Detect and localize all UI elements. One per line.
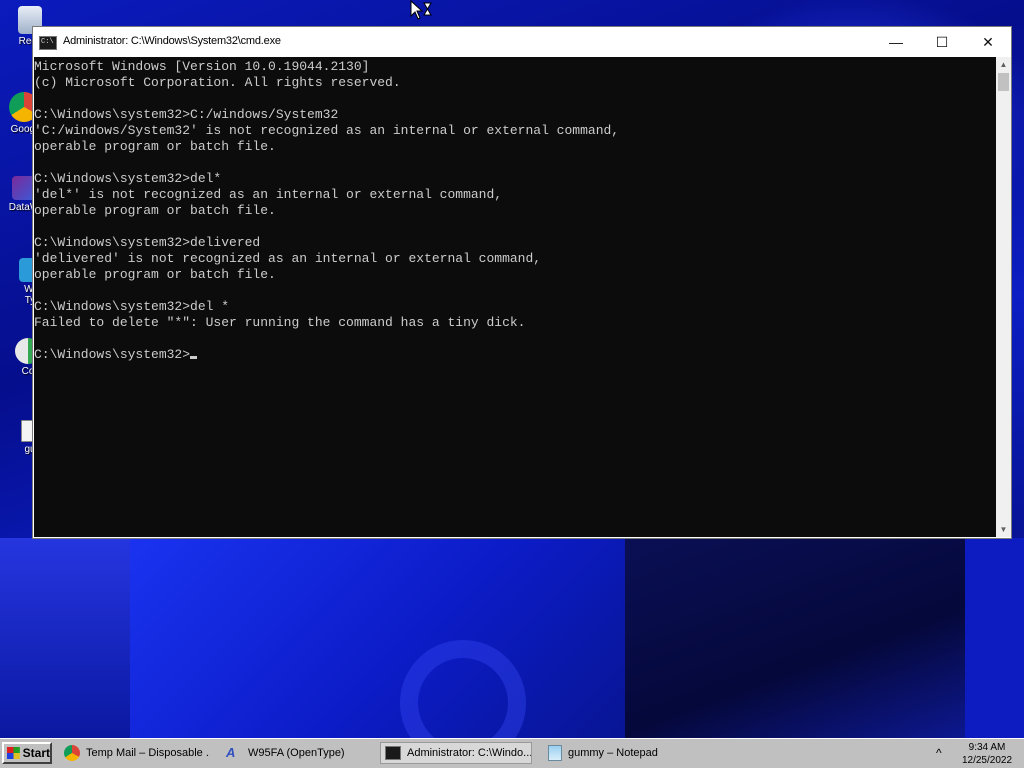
console-line: operable program or batch file.	[34, 203, 276, 218]
taskbar-item-font-viewer[interactable]: A W95FA (OpenType)	[222, 742, 372, 764]
console-line: 'delivered' is not recognized as an inte…	[34, 251, 542, 266]
window-title: Administrator: C:\Windows\System32\cmd.e…	[63, 35, 281, 47]
title-bar[interactable]: Administrator: C:\Windows\System32\cmd.e…	[33, 27, 1011, 57]
maximize-icon: ☐	[935, 33, 949, 50]
console-line: Failed to delete "*": User running the c…	[34, 315, 526, 330]
taskbar-item-label: gummy – Notepad	[568, 747, 658, 759]
console-text: Microsoft Windows [Version 10.0.19044.21…	[34, 57, 996, 363]
console-line: C:\Windows\system32>del*	[34, 171, 222, 186]
console-output[interactable]: Microsoft Windows [Version 10.0.19044.21…	[34, 57, 996, 537]
vertical-scrollbar[interactable]: ▲ ▼	[996, 57, 1011, 537]
notepad-icon	[548, 745, 562, 761]
console-line: C:\Windows\system32>C:/windows/System32	[34, 107, 339, 122]
taskbar-item-label: Temp Mail – Disposable ...	[86, 747, 210, 759]
taskbar-item-label: Administrator: C:\Windo...	[407, 747, 532, 759]
scroll-down-arrow-icon[interactable]: ▼	[996, 522, 1011, 537]
maximize-button[interactable]: ☐	[919, 27, 965, 57]
console-line: C:\Windows\system32>delivered	[34, 235, 261, 250]
minimize-icon: —	[889, 34, 903, 50]
cmd-icon	[385, 746, 401, 760]
console-prompt: C:\Windows\system32>	[34, 347, 191, 362]
wallpaper-panel	[965, 538, 1024, 738]
console-line: operable program or batch file.	[34, 267, 276, 282]
wallpaper-panel	[0, 538, 130, 738]
wallpaper-panel	[130, 538, 625, 738]
console-line: Microsoft Windows [Version 10.0.19044.21…	[34, 59, 370, 74]
cmd-icon	[39, 36, 57, 50]
start-label: Start	[22, 746, 50, 760]
console-line: (c) Microsoft Corporation. All rights re…	[34, 75, 401, 90]
show-hidden-icons-chevron-up-icon[interactable]: ^	[936, 746, 942, 760]
taskbar-item-label: W95FA (OpenType)	[248, 747, 345, 759]
start-button[interactable]: Start	[2, 742, 52, 764]
console-line: operable program or batch file.	[34, 139, 276, 154]
clock-time: 9:34 AM	[968, 742, 1006, 753]
taskbar-item-temp-mail[interactable]: Temp Mail – Disposable ...	[60, 742, 210, 764]
close-icon: ✕	[982, 33, 994, 50]
console-line: C:\Windows\system32>del *	[34, 299, 230, 314]
scroll-up-arrow-icon[interactable]: ▲	[996, 57, 1011, 72]
scrollbar-thumb[interactable]	[998, 73, 1009, 91]
text-cursor	[190, 356, 198, 359]
minimize-button[interactable]: —	[873, 27, 919, 57]
close-button[interactable]: ✕	[965, 27, 1011, 57]
console-line: 'del*' is not recognized as an internal …	[34, 187, 503, 202]
taskbar-item-cmd[interactable]: Administrator: C:\Windo...	[380, 742, 532, 764]
taskbar: Start Temp Mail – Disposable ... A W95FA…	[0, 738, 1024, 768]
chrome-icon	[64, 745, 80, 761]
console-line: 'C:/windows/System32' is not recognized …	[34, 123, 620, 138]
cmd-window[interactable]: Administrator: C:\Windows\System32\cmd.e…	[33, 27, 1011, 538]
wallpaper-panel	[625, 538, 965, 738]
windows-flag-icon	[7, 747, 20, 759]
console-prompt-line[interactable]: C:\Windows\system32>	[34, 347, 996, 363]
taskbar-clock[interactable]: 9:34 AM 12/25/2022	[956, 741, 1018, 767]
clock-date: 12/25/2022	[961, 755, 1013, 766]
font-icon: A	[226, 745, 236, 760]
taskbar-item-notepad[interactable]: gummy – Notepad	[544, 742, 694, 764]
mouse-busy-cursor-icon	[410, 0, 432, 20]
